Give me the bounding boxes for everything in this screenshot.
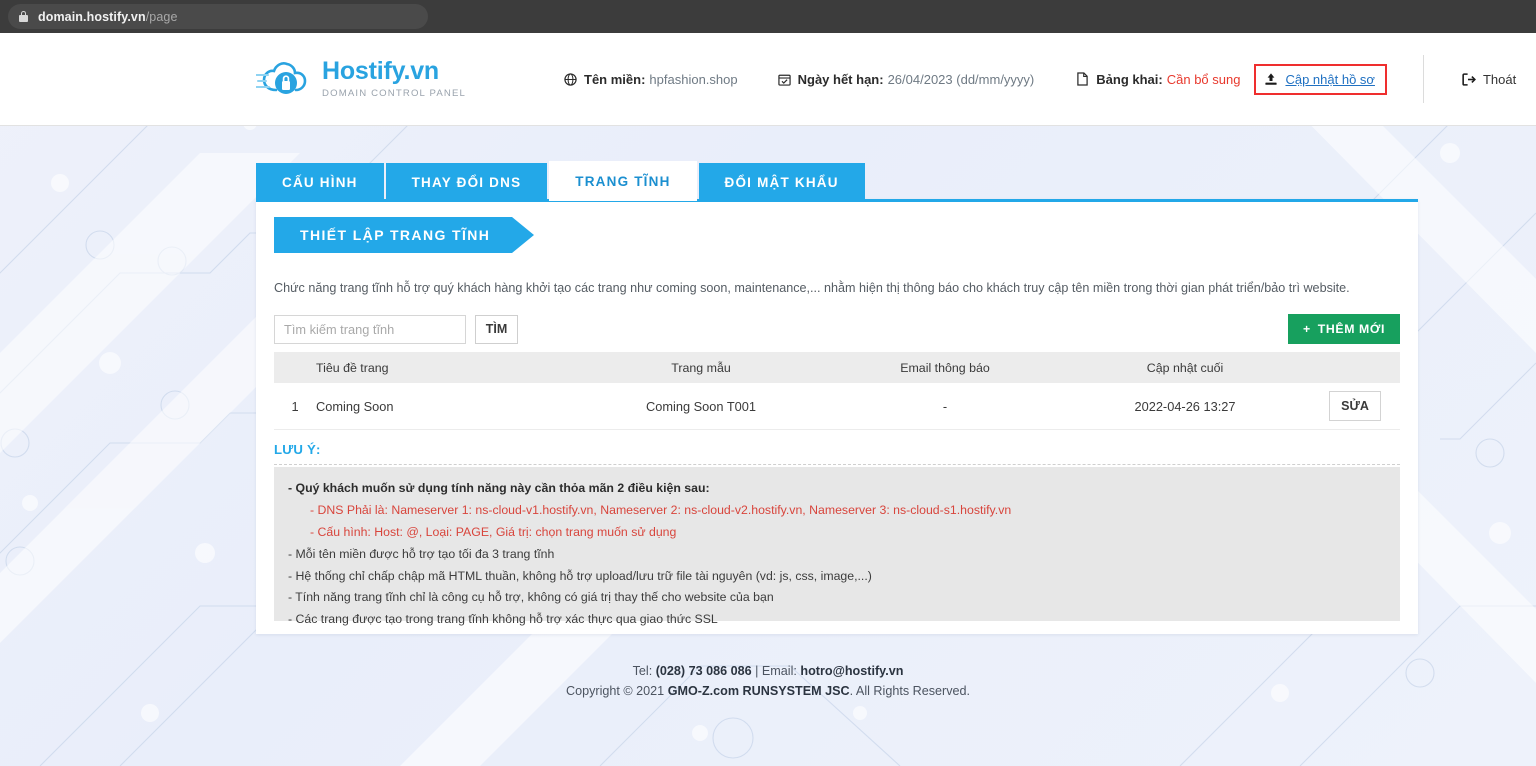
add-new-label: THÊM MỚI [1317, 322, 1385, 336]
calendar-icon [777, 73, 791, 86]
footer-copyright-suffix: . All Rights Reserved. [849, 683, 971, 698]
edit-button[interactable]: SỬA [1329, 391, 1381, 421]
footer-phone: (028) 73 086 086 [655, 664, 752, 678]
logo-title: Hostify.vn [322, 57, 439, 85]
row-index: 1 [291, 398, 299, 414]
section-banner-title: THIẾT LẬP TRANG TĨNH [274, 217, 513, 253]
add-new-button[interactable]: + THÊM MỚI [1288, 314, 1400, 344]
notes-panel: - Quý khách muốn sử dụng tính năng này c… [274, 467, 1400, 626]
column-email: Email thông báo [900, 360, 990, 375]
row-template: Coming Soon T001 [645, 398, 757, 414]
footer-copyright-prefix: Copyright © 2021 [565, 683, 668, 698]
address-bar[interactable]: domain.hostify.vn/page [8, 4, 428, 29]
tab-cau-hinh[interactable]: CẤU HÌNH [256, 163, 384, 201]
url-domain: domain.hostify.vn [38, 9, 146, 24]
header-domain: Tên miền: hpfashion.shop [564, 72, 738, 87]
column-template: Trang mẫu [671, 360, 731, 375]
plus-icon: + [1303, 322, 1311, 336]
toolbar: TÌM + THÊM MỚI [274, 314, 1400, 344]
footer-email-label: | Email: [751, 664, 801, 678]
tab-trang-tinh[interactable]: TRANG TĨNH [549, 161, 697, 201]
note-item: - Hệ thống chỉ chấp chập mã HTML thuần, … [288, 568, 872, 583]
upload-icon [1264, 72, 1278, 86]
static-pages-table: Tiêu đề trang Trang mẫu Email thông báo … [274, 352, 1400, 430]
tab-thay-doi-dns[interactable]: THAY ĐỔI DNS [385, 163, 548, 201]
content-card: THIẾT LẬP TRANG TĨNH Chức năng trang tĩn… [256, 199, 1418, 634]
footer-company: GMO-Z.com RUNSYSTEM JSC [667, 683, 850, 698]
section-banner-arrow [512, 217, 535, 253]
note-item: - Mỗi tên miền được hỗ trợ tạo tối đa 3 … [288, 546, 555, 561]
header-divider [1422, 55, 1424, 103]
table-header-row: Tiêu đề trang Trang mẫu Email thông báo … [274, 352, 1400, 383]
lock-icon [19, 11, 28, 22]
column-title: Tiêu đề trang [316, 360, 389, 375]
update-profile-link[interactable]: Cập nhật hồ sơ [1285, 72, 1374, 87]
logo[interactable]: Hostify.vn DOMAIN CONTROL PANEL [256, 56, 466, 102]
header-expiry-value: 26/04/2023 (dd/mm/yyyy) [887, 71, 1035, 87]
column-updated: Cập nhật cuối [1146, 360, 1224, 375]
globe-icon [564, 72, 577, 86]
footer-contact: Tel: (028) 73 086 086 | Email: hotro@hos… [0, 662, 1536, 682]
cloud-lock-icon [256, 62, 307, 94]
header-expiry-label: Ngày hết hạn: [797, 71, 884, 87]
footer-tel-label: Tel: [632, 664, 656, 678]
row-email: - [942, 398, 948, 414]
document-icon [1076, 72, 1089, 86]
note-item: - Cấu hình: Host: @, Loại: PAGE, Giá trị… [310, 524, 677, 539]
note-item: - Các trang được tạo trong trang tĩnh kh… [288, 612, 718, 627]
address-bar-text: domain.hostify.vn/page [38, 10, 178, 24]
section-banner: THIẾT LẬP TRANG TĨNH [274, 217, 535, 253]
header-declaration: Bảng khai: Cần bổ sung [1076, 72, 1240, 87]
search-input[interactable] [274, 314, 466, 344]
logo-subtitle: DOMAIN CONTROL PANEL [322, 88, 467, 99]
search-button[interactable]: TÌM [475, 314, 518, 344]
url-path: /page [145, 9, 178, 24]
sign-out-icon [1462, 72, 1476, 86]
footer-email[interactable]: hotro@hostify.vn [800, 664, 903, 678]
logout-label: Thoát [1482, 71, 1517, 87]
logout-button[interactable]: Thoát [1462, 72, 1516, 87]
note-item: - Quý khách muốn sử dụng tính năng này c… [288, 481, 710, 495]
tab-doi-mat-khau[interactable]: ĐỔI MẬT KHẨU [698, 163, 865, 201]
note-item: - DNS Phải là: Nameserver 1: ns-cloud-v1… [310, 502, 1012, 517]
update-profile-highlight[interactable]: Cập nhật hồ sơ [1254, 63, 1387, 95]
row-title: Coming Soon [316, 398, 394, 414]
notes-title: LƯU Ý: [274, 442, 321, 457]
tab-bar: CẤU HÌNH THAY ĐỔI DNS TRANG TĨNH ĐỔI MẬT… [256, 161, 867, 201]
note-item: - Tính năng trang tĩnh chỉ là công cụ hỗ… [288, 590, 774, 605]
header-domain-value: hpfashion.shop [649, 71, 738, 87]
header-expiry: Ngày hết hạn: 26/04/2023 (dd/mm/yyyy) [777, 71, 1035, 87]
header-domain-label: Tên miền: [584, 71, 646, 87]
table-row: 1 Coming Soon Coming Soon T001 - 2022-04… [274, 383, 1400, 430]
site-footer: Tel: (028) 73 086 086 | Email: hotro@hos… [0, 662, 1536, 701]
browser-url-bar: domain.hostify.vn/page [0, 0, 1536, 33]
header-declaration-value: Cần bổ sung [1166, 71, 1241, 87]
footer-copyright: Copyright © 2021 GMO-Z.com RUNSYSTEM JSC… [0, 682, 1536, 702]
site-header: Hostify.vn DOMAIN CONTROL PANEL Tên miền… [0, 33, 1536, 126]
row-updated: 2022-04-26 13:27 [1134, 398, 1236, 414]
notes-separator [274, 464, 1400, 465]
section-description: Chức năng trang tĩnh hỗ trợ quý khách hà… [274, 281, 1350, 295]
header-declaration-label: Bảng khai: [1096, 71, 1163, 87]
